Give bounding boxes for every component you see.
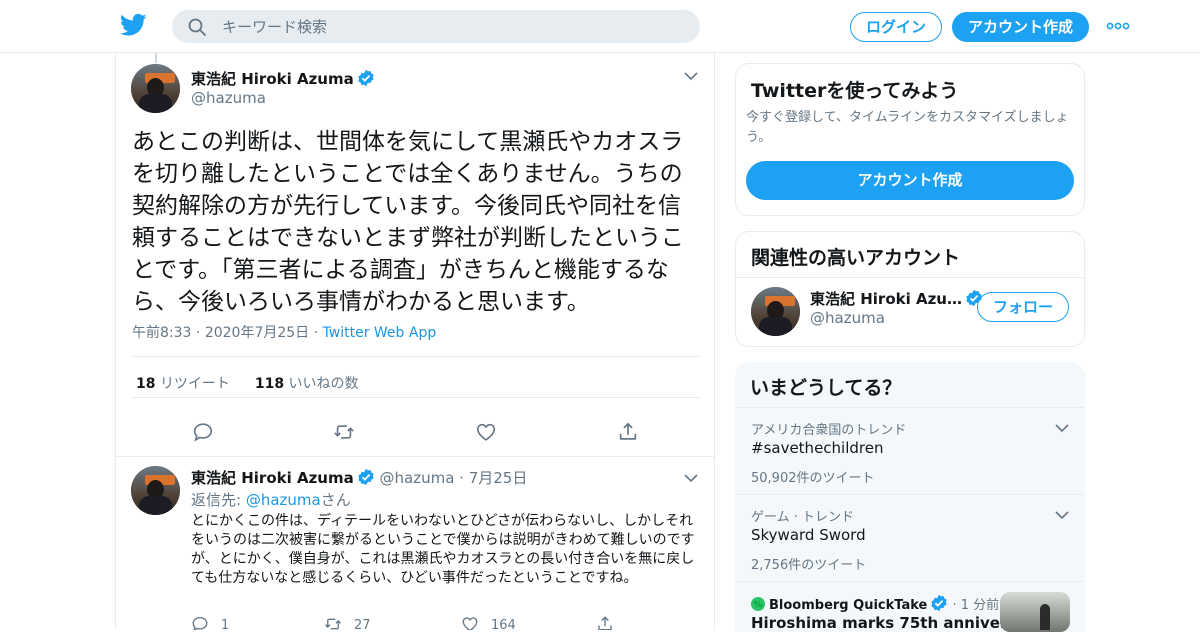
search-box[interactable] (172, 10, 700, 43)
follow-button[interactable]: フォロー (977, 292, 1069, 322)
avatar[interactable] (131, 64, 180, 113)
tweet-meta: 午前8:33 · 2020年7月25日 · Twitter Web App (132, 325, 437, 341)
tweet-source-link[interactable]: Twitter Web App (323, 325, 437, 341)
chevron-down-icon[interactable] (684, 473, 698, 483)
reply-retweet-action[interactable]: 27 (324, 615, 371, 630)
trend-count: 50,902件のツイート (751, 471, 875, 486)
chevron-down-icon[interactable] (1055, 510, 1069, 520)
tweet-separator (116, 456, 714, 457)
news-time: 1 分前 (960, 598, 1000, 613)
signup-card: Twitterを使ってみよう 今すぐ登録して、タイムラインをカスタマイズしましょ… (735, 63, 1085, 216)
verified-icon (931, 594, 947, 612)
bloomberg-icon: % (751, 597, 765, 611)
tweet-text: あとこの判断は、世間体を気にして黒瀬氏やカオスラを切り離したということでは全くあ… (132, 129, 684, 315)
share-icon[interactable] (617, 421, 639, 443)
trend-name[interactable]: #savethechildren (751, 439, 883, 457)
reply-avatar[interactable] (131, 466, 180, 515)
tweet-time[interactable]: 午前8:33 (132, 325, 191, 341)
related-account-handle[interactable]: @hazuma (810, 309, 885, 327)
svg-text:%: % (753, 601, 762, 611)
retweet-icon[interactable] (333, 421, 355, 443)
signup-card-button[interactable]: アカウント作成 (746, 161, 1074, 200)
reply-date[interactable]: 7月25日 (469, 469, 528, 487)
divider (132, 356, 700, 357)
trend-item[interactable]: ゲーム · トレンド Skyward Sword 2,756件のツイート (735, 494, 1085, 581)
signup-button[interactable]: アカウント作成 (952, 12, 1089, 42)
twitter-bird-icon[interactable] (120, 13, 147, 37)
like-icon[interactable] (475, 421, 497, 443)
related-account-name-text[interactable]: 東浩紀 Hiroki Azu… (810, 290, 962, 308)
top-bar: ログイン アカウント作成 (0, 0, 1200, 53)
chevron-down-icon[interactable] (684, 71, 698, 81)
related-account-name[interactable]: 東浩紀 Hiroki Azu… (810, 288, 983, 309)
reply-icon[interactable] (192, 421, 214, 443)
verified-icon (358, 468, 374, 486)
trends-panel: いまどうしてる？ アメリカ合衆国のトレンド #savethechildren 5… (735, 362, 1085, 632)
reply-author-name[interactable]: 東浩紀 Hiroki Azuma (191, 469, 354, 487)
more-icon[interactable] (1106, 20, 1130, 32)
signup-card-title: Twitterを使ってみよう (751, 80, 959, 102)
tweet-stats: 18 リツイート 118 いいねの数 (136, 373, 359, 393)
trend-name[interactable]: Skyward Sword (751, 526, 866, 544)
related-card-title: 関連性の高いアカウント (751, 247, 961, 269)
news-source[interactable]: Bloomberg QuickTake (769, 598, 927, 613)
thread-line (155, 53, 157, 63)
verified-icon (358, 69, 374, 87)
trend-context: アメリカ合衆国のトレンド (751, 423, 907, 438)
tweet-date[interactable]: 2020年7月25日 (205, 325, 309, 341)
signup-card-description: 今すぐ登録して、タイムラインをカスタマイズしましょう。 (746, 110, 1069, 145)
search-icon (188, 18, 206, 36)
like-stat[interactable]: 118 いいねの数 (255, 376, 359, 392)
divider (132, 397, 700, 398)
reply-author-handle[interactable]: @hazuma (380, 469, 455, 487)
reply-to-link[interactable]: @hazuma (246, 491, 321, 509)
trend-item[interactable]: アメリカ合衆国のトレンド #savethechildren 50,902件のツイ… (735, 407, 1085, 494)
trend-count: 2,756件のツイート (751, 558, 867, 573)
tweet-column: 東浩紀 Hiroki Azuma @hazuma あとこの判断は、世間体を気にし… (115, 53, 715, 630)
news-source-line: % Bloomberg QuickTake · 1 分前 (751, 594, 999, 613)
trend-context: ゲーム · トレンド (751, 510, 855, 525)
search-input[interactable] (222, 10, 682, 43)
author-name-text[interactable]: 東浩紀 Hiroki Azuma (191, 70, 354, 88)
news-thumbnail[interactable] (1000, 592, 1070, 632)
related-account-avatar[interactable] (751, 287, 800, 336)
reply-author[interactable]: 東浩紀 Hiroki Azuma @hazuma · 7月25日 (191, 467, 527, 488)
retweet-icon (325, 618, 341, 630)
share-icon (598, 616, 612, 630)
chevron-down-icon[interactable] (1055, 423, 1069, 433)
reply-reply-action[interactable]: 1 (191, 615, 229, 630)
tweet-actions (116, 421, 714, 445)
reply-to-line: 返信先: @hazumaさん (191, 491, 351, 509)
reply-like-action[interactable]: 164 (461, 615, 516, 630)
trends-title: いまどうしてる？ (750, 377, 902, 399)
divider (736, 277, 1084, 278)
reply-icon (192, 616, 208, 630)
author-name[interactable]: 東浩紀 Hiroki Azuma (191, 68, 375, 89)
author-handle[interactable]: @hazuma (191, 89, 266, 107)
reply-share-action[interactable] (596, 615, 626, 630)
reply-text: とにかくこの件は、ディテールをいわないとひどさが伝わらないし、しかしそれをいうの… (191, 513, 695, 586)
related-accounts-card: 関連性の高いアカウント 東浩紀 Hiroki Azu… @hazuma フォロー (735, 231, 1085, 347)
login-button[interactable]: ログイン (850, 12, 942, 42)
retweet-stat[interactable]: 18 リツイート (136, 376, 230, 392)
like-icon (462, 617, 478, 630)
